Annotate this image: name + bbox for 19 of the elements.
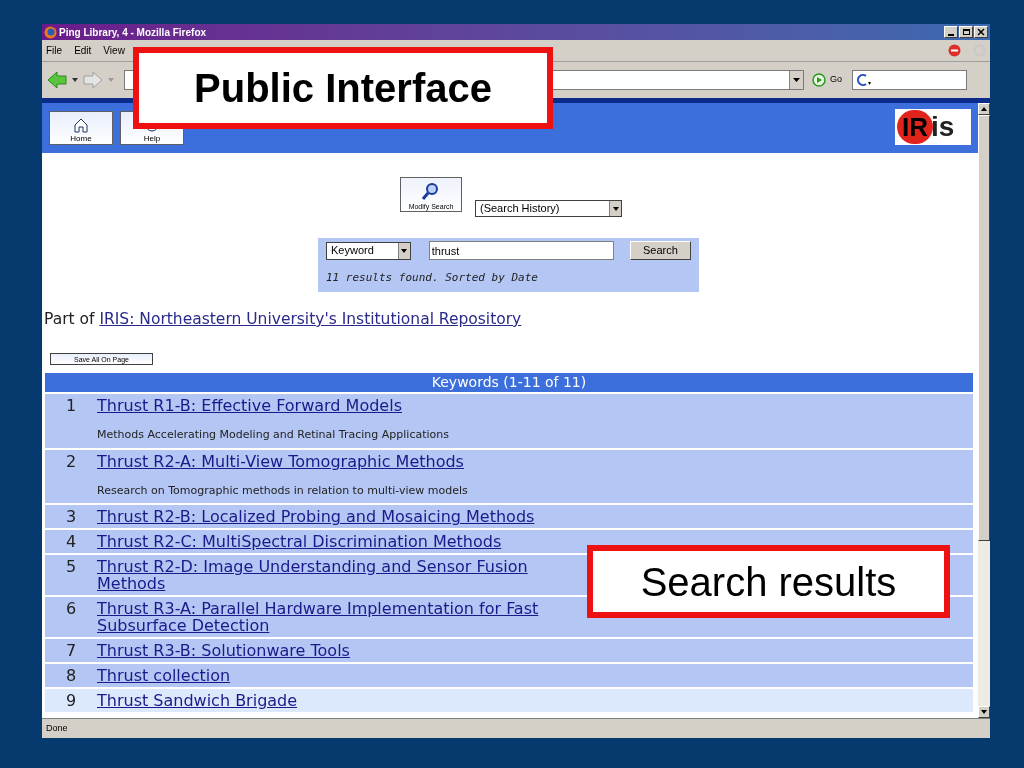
result-number: 2 — [65, 452, 78, 473]
result-number: 1 — [65, 397, 78, 418]
result-number: 5 — [65, 558, 78, 579]
result-description: Research on Tomographic methods in relation to multi-view models — [97, 482, 469, 499]
callout-tooltip: Search results — [587, 545, 950, 618]
result-number: 7 — [65, 642, 78, 660]
result-number: 3 — [65, 508, 78, 526]
result-number: 8 — [65, 667, 78, 685]
result-number: 6 — [65, 600, 78, 621]
part-of-label: Part of — [44, 310, 95, 328]
status-bar: Done — [42, 718, 990, 738]
logo: IRis — [895, 109, 971, 145]
result-number: 9 — [65, 692, 78, 710]
callout-tooltip: Public Interface — [133, 47, 553, 129]
result-number: 4 — [65, 533, 78, 551]
result-description: Methods Accelerating Modeling and Retinal Tracing Applications — [97, 427, 450, 444]
results-summary: 11 results found. Sorted by Date — [326, 270, 539, 286]
window-title: Ping Library, 4 - Mozilla Firefox — [59, 25, 207, 40]
results-heading: Keywords (1-11 of 11) — [45, 373, 973, 393]
